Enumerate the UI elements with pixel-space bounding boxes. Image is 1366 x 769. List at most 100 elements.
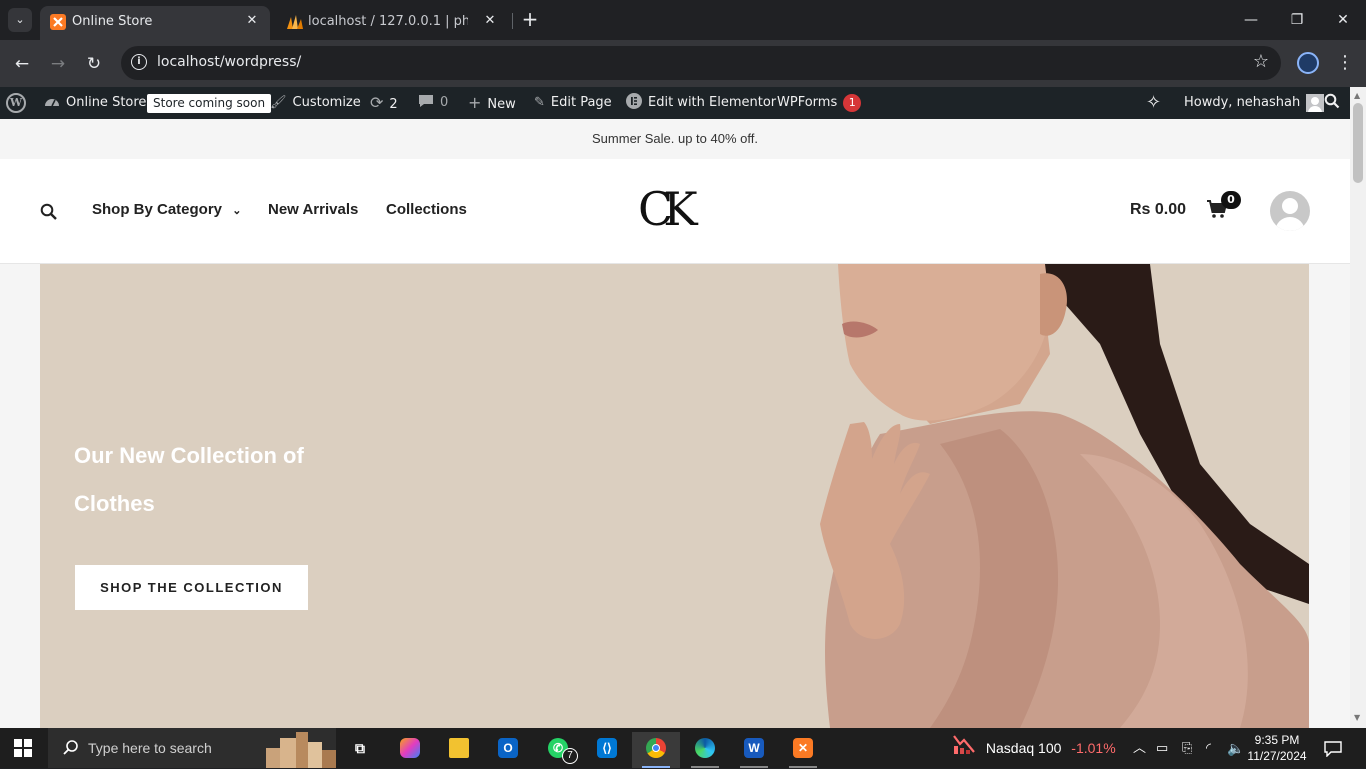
- reload-icon[interactable]: ↻: [80, 50, 108, 78]
- notifications-icon[interactable]: [1324, 728, 1342, 768]
- battery-icon[interactable]: ▭: [1156, 728, 1168, 768]
- tab-close-icon[interactable]: ✕: [480, 11, 500, 31]
- pencil-icon: ✎: [534, 95, 545, 110]
- vscode-icon[interactable]: ⟨⟩: [587, 732, 627, 768]
- store-coming-soon-badge[interactable]: Store coming soon: [147, 94, 272, 113]
- nav-shop-by-category[interactable]: Shop By Category ⌄: [92, 201, 241, 218]
- tab-close-icon[interactable]: ✕: [242, 11, 262, 31]
- windows-start-icon[interactable]: [14, 739, 32, 757]
- admin-edit-page[interactable]: ✎ Edit Page: [534, 87, 612, 119]
- store-page: Summer Sale. up to 40% off. Shop By Cate…: [0, 119, 1350, 728]
- minimize-icon[interactable]: —: [1228, 6, 1274, 34]
- chrome-icon[interactable]: [632, 732, 680, 768]
- phpmyadmin-favicon-icon: [286, 14, 303, 30]
- clock-time: 9:35 PM: [1254, 733, 1300, 747]
- windows-taskbar: Type here to search ⧉ O ✆ 7 ⟨⟩ W ✕ Nasda…: [0, 728, 1366, 768]
- admin-updates[interactable]: ⟳ 2: [370, 87, 398, 119]
- whatsapp-badge: 7: [562, 748, 578, 764]
- admin-edit-elementor[interactable]: Edit with Elementor: [626, 87, 776, 119]
- task-view-icon[interactable]: ⧉: [340, 732, 380, 768]
- window-close-icon[interactable]: ✕: [1320, 6, 1366, 34]
- comment-bubble-icon: [418, 87, 434, 119]
- tab-online-store[interactable]: Online Store ✕: [40, 6, 270, 40]
- restore-icon[interactable]: ❐: [1274, 6, 1320, 34]
- new-tab-plus-icon[interactable]: +: [518, 8, 542, 32]
- site-header: Shop By Category ⌄ New Arrivals Collecti…: [0, 159, 1350, 264]
- updates-refresh-icon: ⟳: [370, 93, 384, 112]
- file-explorer-icon[interactable]: [439, 732, 479, 768]
- plus-icon: +: [468, 93, 482, 112]
- elementor-icon: [626, 87, 642, 119]
- cart-total[interactable]: Rs 0.00: [1130, 201, 1186, 219]
- wifi-icon[interactable]: ◜: [1206, 728, 1211, 768]
- hero-model-image: [820, 264, 1309, 728]
- account-avatar[interactable]: [1270, 191, 1310, 231]
- updates-count: 2: [389, 97, 398, 112]
- xampp-favicon-icon: [50, 14, 66, 30]
- taskbar-clock[interactable]: 9:35 PM 11/27/2024: [1244, 732, 1310, 764]
- browser-menu-kebab-icon[interactable]: ⋮: [1336, 50, 1354, 78]
- stock-change: -1.01%: [1071, 740, 1116, 756]
- admin-search-icon[interactable]: [1324, 87, 1340, 119]
- admin-site-name[interactable]: Online Store: [44, 87, 146, 119]
- chevron-down-icon: ⌄: [232, 205, 242, 217]
- url-text[interactable]: localhost/wordpress/: [157, 54, 301, 70]
- tab-phpmyadmin[interactable]: localhost / 127.0.0.1 | phpMyAdmin ✕: [276, 6, 508, 40]
- nav-new-arrivals[interactable]: New Arrivals: [268, 201, 358, 218]
- comments-count: 0: [440, 95, 449, 110]
- address-bar[interactable]: i localhost/wordpress/ ☆: [121, 46, 1281, 80]
- tab-search-chevron-icon[interactable]: ⌄: [8, 8, 32, 32]
- nav-collections[interactable]: Collections: [386, 201, 467, 218]
- admin-comments[interactable]: 0: [418, 87, 448, 119]
- paintbrush-icon: 🖌: [270, 95, 287, 110]
- ai-sparkle-icon[interactable]: ✧: [1146, 87, 1161, 119]
- whatsapp-icon[interactable]: ✆ 7: [538, 732, 578, 768]
- forward-arrow-icon[interactable]: →: [44, 50, 72, 78]
- howdy-label: Howdy, nehashah: [1184, 95, 1301, 110]
- scroll-up-arrow-icon[interactable]: ▲: [1354, 91, 1362, 100]
- wordpress-logo-icon[interactable]: W: [6, 93, 26, 113]
- copilot-icon[interactable]: [390, 732, 430, 768]
- tab-title: localhost / 127.0.0.1 | phpMyAdmin: [308, 14, 468, 29]
- hero-heading-line1: Our New Collection of: [74, 443, 304, 468]
- clock-date: 11/27/2024: [1247, 749, 1307, 763]
- device-icon[interactable]: ⎘: [1182, 728, 1192, 768]
- word-icon[interactable]: W: [734, 732, 774, 768]
- outlook-icon[interactable]: O: [488, 732, 528, 768]
- nav-label: Shop By Category: [92, 201, 223, 218]
- browser-tab-strip: ⌄ Online Store ✕ localhost / 127.0.0.1 |…: [0, 0, 1366, 40]
- scrollbar-thumb[interactable]: [1353, 103, 1363, 183]
- admin-new[interactable]: + New: [468, 87, 516, 119]
- xampp-icon[interactable]: ✕: [783, 732, 823, 768]
- bookmark-star-icon[interactable]: ☆: [1253, 51, 1269, 72]
- edit-elementor-label: Edit with Elementor: [648, 95, 777, 110]
- cart-count-badge: 0: [1221, 191, 1241, 209]
- stock-widget[interactable]: Nasdaq 100 -1.01%: [952, 728, 1116, 768]
- wp-admin-bar: W Online Store Store coming soon 🖌 Custom…: [0, 87, 1350, 119]
- wpforms-label: WPForms: [777, 95, 838, 110]
- site-logo[interactable]: CK: [638, 185, 698, 233]
- new-label: New: [487, 97, 516, 112]
- admin-wpforms[interactable]: WPForms 1: [777, 87, 862, 119]
- volume-icon[interactable]: 🔈: [1227, 728, 1244, 768]
- page-scrollbar[interactable]: ▲ ▼: [1350, 87, 1366, 728]
- profile-avatar-icon[interactable]: [1297, 52, 1319, 74]
- wpforms-notification-badge: 1: [843, 93, 862, 112]
- search-icon[interactable]: [40, 203, 57, 220]
- edit-page-label: Edit Page: [550, 95, 612, 110]
- hero-banner: Our New Collection of Clothes SHOP THE C…: [40, 264, 1309, 728]
- browser-toolbar: ← → ↻ i localhost/wordpress/ ☆ ⋮: [0, 40, 1366, 87]
- taskbar-search-box[interactable]: Type here to search: [48, 728, 336, 768]
- site-info-icon[interactable]: i: [131, 54, 147, 70]
- shop-the-collection-button[interactable]: SHOP THE COLLECTION: [75, 565, 308, 610]
- show-hidden-icons-chevron-icon[interactable]: ︿: [1133, 728, 1146, 768]
- admin-customize[interactable]: 🖌 Customize: [270, 87, 361, 119]
- dashboard-gauge-icon: [44, 87, 60, 119]
- scroll-down-arrow-icon[interactable]: ▼: [1354, 713, 1362, 722]
- site-name-label: Online Store: [66, 95, 147, 110]
- back-arrow-icon[interactable]: ←: [8, 50, 36, 78]
- hero-heading: Our New Collection of Clothes: [74, 432, 394, 528]
- admin-howdy[interactable]: Howdy, nehashah: [1184, 87, 1325, 119]
- edge-icon[interactable]: [685, 732, 725, 768]
- stock-chart-icon: [952, 729, 976, 769]
